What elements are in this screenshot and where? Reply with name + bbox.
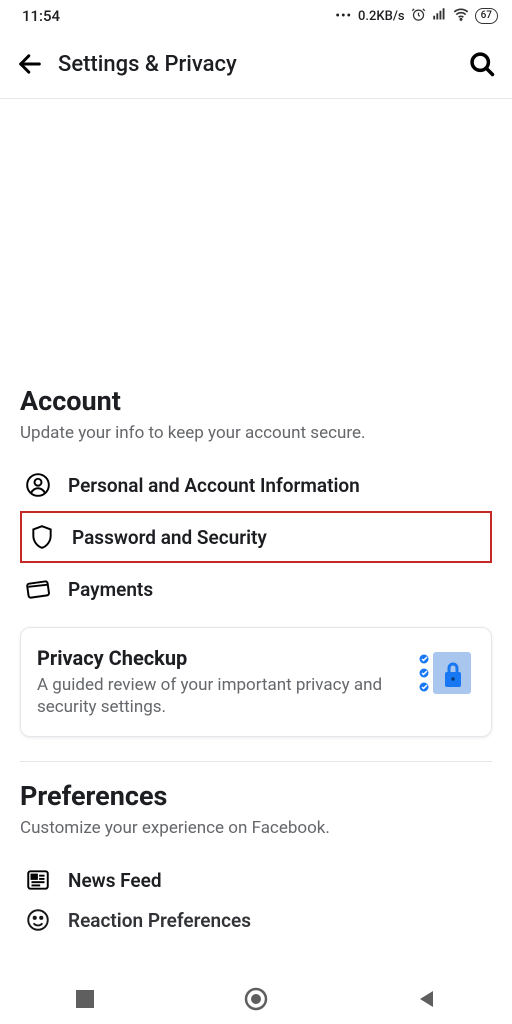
lock-checklist-icon	[411, 646, 475, 700]
privacy-checkup-card[interactable]: Privacy Checkup A guided review of your …	[20, 627, 492, 737]
menu-item-payments[interactable]: Payments	[20, 563, 492, 615]
wifi-icon	[453, 6, 469, 26]
divider	[20, 761, 492, 762]
back-nav-button[interactable]	[397, 979, 457, 1019]
shield-icon	[28, 523, 56, 551]
alarm-icon	[411, 7, 426, 26]
menu-label: Payments	[68, 578, 153, 601]
feed-icon	[24, 866, 52, 894]
home-button[interactable]	[226, 979, 286, 1019]
back-button[interactable]	[14, 48, 46, 80]
menu-label: News Feed	[68, 869, 162, 892]
status-right: ••• 0.2KB/s 67	[335, 6, 498, 26]
menu-item-reaction-preferences[interactable]: Reaction Preferences	[20, 906, 492, 934]
menu-item-news-feed[interactable]: News Feed	[20, 854, 492, 906]
menu-label: Reaction Preferences	[68, 909, 251, 932]
battery-icon: 67	[475, 8, 498, 24]
preferences-title: Preferences	[20, 780, 492, 812]
page-title: Settings & Privacy	[58, 52, 466, 77]
account-subtitle: Update your info to keep your account se…	[20, 423, 492, 443]
reaction-icon	[24, 906, 52, 934]
app-header: Settings & Privacy	[0, 32, 512, 99]
menu-item-password-security[interactable]: Password and Security	[20, 511, 492, 563]
preferences-subtitle: Customize your experience on Facebook.	[20, 818, 492, 838]
status-bar: 11:54 ••• 0.2KB/s 67	[0, 0, 512, 32]
status-time: 11:54	[22, 7, 60, 25]
status-net-speed: 0.2KB/s	[358, 9, 405, 24]
menu-label: Personal and Account Information	[68, 474, 360, 497]
menu-label: Password and Security	[72, 526, 267, 549]
search-button[interactable]	[466, 48, 498, 80]
status-dots-icon: •••	[335, 9, 352, 24]
signal-icon	[432, 7, 447, 26]
card-title: Privacy Checkup	[37, 646, 397, 670]
blank-space	[20, 99, 492, 385]
system-nav-bar	[0, 974, 512, 1024]
card-subtitle: A guided review of your important privac…	[37, 674, 397, 718]
person-icon	[24, 471, 52, 499]
account-title: Account	[20, 385, 492, 417]
menu-item-personal-info[interactable]: Personal and Account Information	[20, 459, 492, 511]
recent-apps-button[interactable]	[55, 979, 115, 1019]
card-icon	[24, 575, 52, 603]
